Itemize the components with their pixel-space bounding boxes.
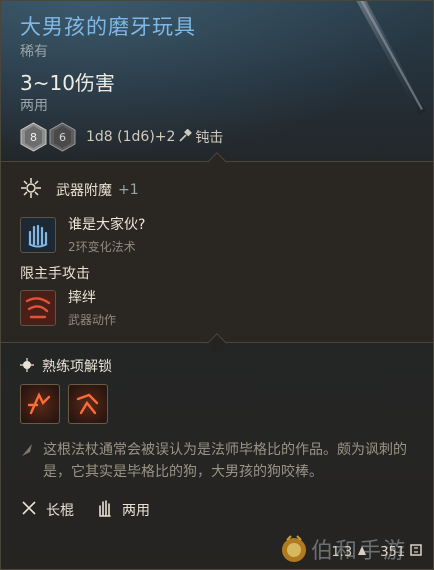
d6-die-icon: 6 [49, 122, 76, 152]
main-hand-label: 限主手攻击 [20, 266, 90, 282]
spell-title: 谁是大家伙? [68, 217, 146, 233]
quill-icon [20, 442, 34, 462]
enchant-bonus: +1 [118, 182, 139, 198]
item-name: 大男孩的磨牙玩具 [20, 15, 196, 39]
topple-action-icon[interactable] [20, 289, 56, 326]
d8-die-icon: 8 [20, 122, 47, 152]
unlock-icon [20, 357, 34, 376]
quarterstaff-icon [20, 499, 38, 521]
gold-value: 351 [380, 544, 405, 560]
item-rarity: 稀有 [20, 44, 48, 60]
weapon-type: 长棍 [46, 503, 74, 519]
proficiency-action-icon[interactable] [20, 384, 60, 424]
spell-subtitle: 2环变化法术 [68, 240, 136, 254]
enchant-label: 武器附魔 [56, 183, 112, 199]
item-tooltip: 大男孩的磨牙玩具 稀有 3~10伤害 两用 8 6 1d8 (1d6)+2 钝击 [0, 0, 434, 570]
lore-text: 这根法杖通常会被误认为是法师毕格比的作品。颇为讽刺的是，它其实是毕格比的狗，大男… [43, 442, 407, 480]
enchant-row: 武器附魔 +1 [20, 177, 139, 203]
spell-row[interactable]: 谁是大家伙? 2环变化法术 [20, 214, 145, 255]
dice-row: 8 6 1d8 (1d6)+2 钝击 [20, 121, 223, 153]
enchant-icon [20, 177, 42, 203]
proficiency-icons [20, 384, 108, 424]
weight-value: 1.3 [331, 544, 353, 560]
item-stats: 1.3 351 [329, 543, 425, 561]
proficiency-row: 熟练项解锁 [20, 356, 112, 376]
action-title: 摔绊 [68, 290, 96, 306]
grip-type: 两用 [122, 503, 150, 519]
weight-icon [356, 544, 368, 560]
weapon-action-row[interactable]: 摔绊 武器动作 [20, 287, 116, 328]
dice-formula: 1d8 (1d6)+2 [86, 129, 176, 145]
footer-tags: 长棍 两用 [20, 498, 150, 522]
d6-die-value: 6 [59, 131, 66, 144]
damage-range: 3~10伤害 [20, 71, 115, 95]
watermark-logo-icon [282, 535, 306, 562]
enlarge-hand-spell-icon[interactable] [20, 216, 56, 253]
action-subtitle: 武器动作 [68, 313, 117, 327]
d8-die-value: 8 [30, 131, 37, 144]
gold-icon [409, 543, 423, 561]
bludgeon-icon [178, 128, 193, 147]
handedness: 两用 [20, 98, 48, 114]
proficiency-action-icon[interactable] [68, 384, 108, 424]
proficiency-label: 熟练项解锁 [42, 359, 112, 375]
damage-type: 钝击 [195, 130, 224, 146]
hand-icon [96, 498, 114, 522]
